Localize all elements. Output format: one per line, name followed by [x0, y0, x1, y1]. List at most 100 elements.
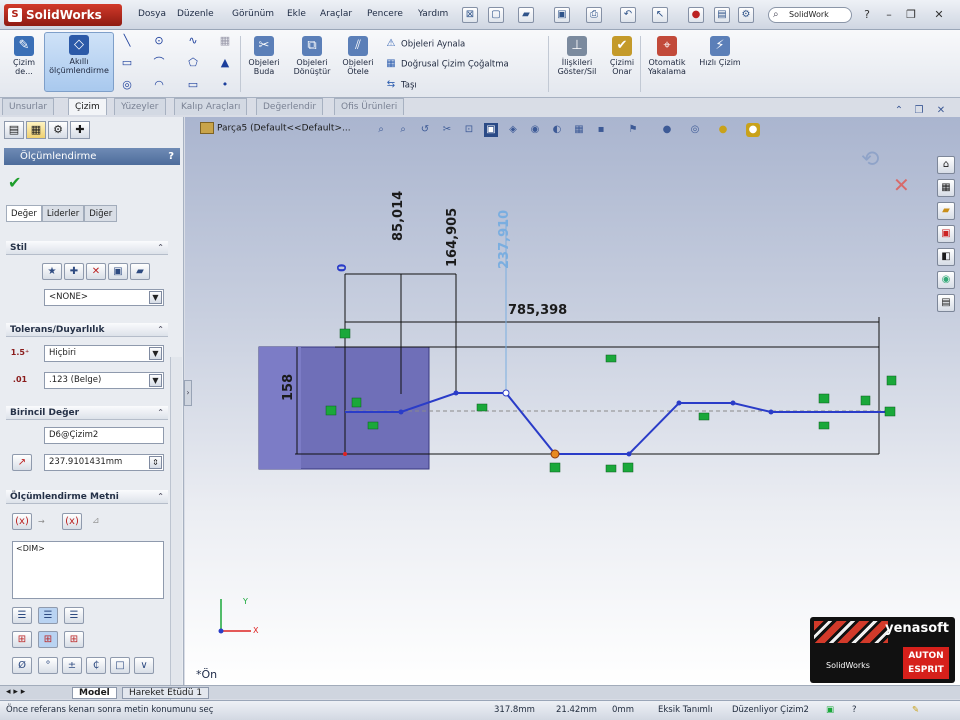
view-orientation-icon[interactable]: ▣	[484, 123, 498, 137]
select-arrow-icon[interactable]: ↖	[652, 7, 668, 23]
precision-select[interactable]: .123 (Belge) ▼	[44, 372, 164, 389]
realview-icon[interactable]: ●	[660, 123, 674, 137]
menu-pencere[interactable]: Pencere	[367, 9, 403, 19]
text-tool-icon[interactable]: ▲	[218, 56, 232, 70]
dimension-name-field[interactable]: D6@Çizim2	[44, 427, 164, 444]
undo-icon[interactable]: ↶	[620, 7, 636, 23]
panel-collapse-handle[interactable]: ›	[184, 380, 192, 406]
dynamic-annotation-icon[interactable]: ⊡	[462, 123, 476, 137]
tab-degerlendir[interactable]: Değerlendir	[256, 98, 324, 115]
spin-stepper-icon[interactable]: ⇕	[149, 456, 162, 469]
diameter-symbol-icon[interactable]: Ø	[12, 657, 32, 674]
dimension-text-area[interactable]: <DIM>	[12, 541, 164, 599]
repair-sketch-button[interactable]: ✔ Çizimi Onar	[604, 34, 640, 90]
display-delete-relations-button[interactable]: ⊥ İlişkileri Göster/Sil	[554, 34, 600, 90]
solidworks-forum-icon[interactable]: ▤	[937, 294, 955, 312]
move-entities-button[interactable]: ⇆ Taşı	[384, 79, 417, 91]
slot-tool-icon[interactable]: ◎	[120, 78, 134, 92]
help-button[interactable]: ?	[168, 148, 174, 165]
dimension-237-selected[interactable]: 237,910	[497, 210, 512, 269]
cancel-corner-icon[interactable]: ✕	[893, 173, 910, 197]
collapse-icon[interactable]: ⌃	[157, 241, 164, 255]
fillet-tool-icon[interactable]: ▦	[218, 34, 232, 48]
collapse-icon[interactable]: ⌃	[157, 323, 164, 337]
section-birincil-deger[interactable]: Birincil Değer ⌃	[6, 406, 168, 420]
minimize-button[interactable]: –	[880, 7, 898, 23]
view-settings-icon[interactable]: ▪	[594, 123, 608, 137]
custom-properties-icon[interactable]: ◉	[937, 271, 955, 289]
collapse-icon[interactable]: ⌃	[157, 490, 164, 504]
smart-dimension-button[interactable]: ◇ Akıllı ölçümlendirme	[44, 32, 114, 92]
hide-show-items-icon[interactable]: ◉	[528, 123, 542, 137]
dim-value-toggle-icon[interactable]: (x)	[12, 513, 32, 530]
point-tool-icon[interactable]: •	[218, 78, 232, 92]
rectangle-tool-icon[interactable]: ▭	[120, 56, 134, 70]
sketch-button[interactable]: ✎ Çizim de...	[6, 34, 42, 90]
linear-pattern-button[interactable]: ▦ Doğrusal Çizim Çoğaltma	[384, 58, 508, 70]
circle-tool-icon[interactable]: ⊙	[152, 34, 166, 48]
menu-yardim[interactable]: Yardım	[418, 9, 448, 19]
tab-cizim[interactable]: Çizim	[68, 98, 107, 115]
save-style-icon[interactable]: ▣	[108, 263, 128, 280]
tab-deger[interactable]: Değer	[6, 205, 42, 222]
tab-liderler[interactable]: Liderler	[41, 205, 85, 222]
style-select[interactable]: <NONE> ▼	[44, 289, 164, 306]
tab-kalip-araclari[interactable]: Kalıp Araçları	[174, 98, 248, 115]
tolerance-type-select[interactable]: Hiçbiri ▼	[44, 345, 164, 362]
align-center-icon[interactable]: ☰	[38, 607, 58, 624]
ellipse-tool-icon[interactable]: ◠	[152, 78, 166, 92]
menu-duzenle[interactable]: Düzenle	[177, 9, 214, 19]
apply-scene-icon[interactable]: ▦	[572, 123, 586, 137]
line-tool-icon[interactable]: ╲	[120, 34, 134, 48]
collapse-icon[interactable]: ⌃	[157, 406, 164, 420]
save-icon[interactable]: ▣	[554, 7, 570, 23]
section-stil[interactable]: Stil ⌃	[6, 241, 168, 255]
section-olcumlendirme-metni[interactable]: Ölçümlendirme Metni ⌃	[6, 490, 168, 504]
dim-value-override-icon[interactable]: (x)	[62, 513, 82, 530]
text-position-3-icon[interactable]: ⊞	[64, 631, 84, 648]
trim-entities-button[interactable]: ✂ Objeleri Buda	[246, 34, 282, 90]
feature-manager-tab-icon[interactable]: ▤	[4, 121, 24, 139]
graphics-area[interactable]: 85,014 164,905 237,910 785,398 158 0 Y X…	[185, 117, 960, 685]
polygon-tool-icon[interactable]: ⬠	[186, 56, 200, 70]
close-button[interactable]: ✕	[930, 7, 948, 23]
dimension-785[interactable]: 785,398	[508, 303, 567, 318]
arc-tool-icon[interactable]: ⌒	[152, 56, 166, 70]
tab-unsurlar[interactable]: Unsurlar	[2, 98, 55, 115]
align-right-icon[interactable]: ☰	[64, 607, 84, 624]
panel-scrollbar[interactable]	[170, 357, 182, 720]
dimension-85[interactable]: 85,014	[391, 191, 406, 241]
view-palette-icon[interactable]: ▣	[937, 225, 955, 243]
file-explorer-icon[interactable]: ▰	[937, 202, 955, 220]
degree-symbol-icon[interactable]: °	[38, 657, 58, 674]
plus-minus-symbol-icon[interactable]: ±	[62, 657, 82, 674]
ambient-occlusion-icon[interactable]: ●	[716, 123, 730, 137]
solidworks-logo[interactable]: S SolidWorks	[4, 4, 122, 26]
square-symbol-icon[interactable]: □	[110, 657, 130, 674]
new-document-icon[interactable]: ▢	[488, 7, 504, 23]
menu-dosya[interactable]: Dosya	[138, 9, 166, 19]
window-tile-icon[interactable]: ❐	[912, 104, 926, 118]
pin-icon[interactable]: ⊠	[462, 7, 478, 23]
menu-gorunum[interactable]: Görünüm	[232, 9, 274, 19]
edit-appearance-icon[interactable]: ◐	[550, 123, 564, 137]
confirmation-corner-icon[interactable]: ⟲	[861, 147, 879, 172]
help-icon[interactable]: ?	[858, 7, 876, 23]
window-restore-icon[interactable]: ⌃	[892, 104, 906, 118]
open-folder-icon[interactable]: ▰	[518, 7, 534, 23]
add-style-icon[interactable]: ✚	[64, 263, 84, 280]
spline-tool-icon[interactable]: ∿	[186, 34, 200, 48]
photoworks-icon[interactable]: ●	[746, 123, 760, 137]
section-tolerans[interactable]: Tolerans/Duyarlılık ⌃	[6, 323, 168, 337]
window-close-icon[interactable]: ✕	[934, 104, 948, 118]
apply-default-style-icon[interactable]: ★	[42, 263, 62, 280]
display-style-icon[interactable]: ◈	[506, 123, 520, 137]
mirror-entities-button[interactable]: ⚠ Objeleri Aynala	[384, 38, 466, 50]
tab-motion-study[interactable]: Hareket Etüdü 1	[122, 687, 210, 699]
centerline-tool-icon[interactable]: ▭	[186, 78, 200, 92]
reverse-direction-icon[interactable]: ↗	[12, 454, 32, 471]
property-manager-tab-icon[interactable]: ▦	[26, 121, 46, 139]
rapid-sketch-button[interactable]: ⚡ Hızlı Çizim	[698, 34, 742, 90]
menu-ekle[interactable]: Ekle	[287, 9, 306, 19]
zoom-area-icon[interactable]: ⌕	[396, 123, 410, 137]
